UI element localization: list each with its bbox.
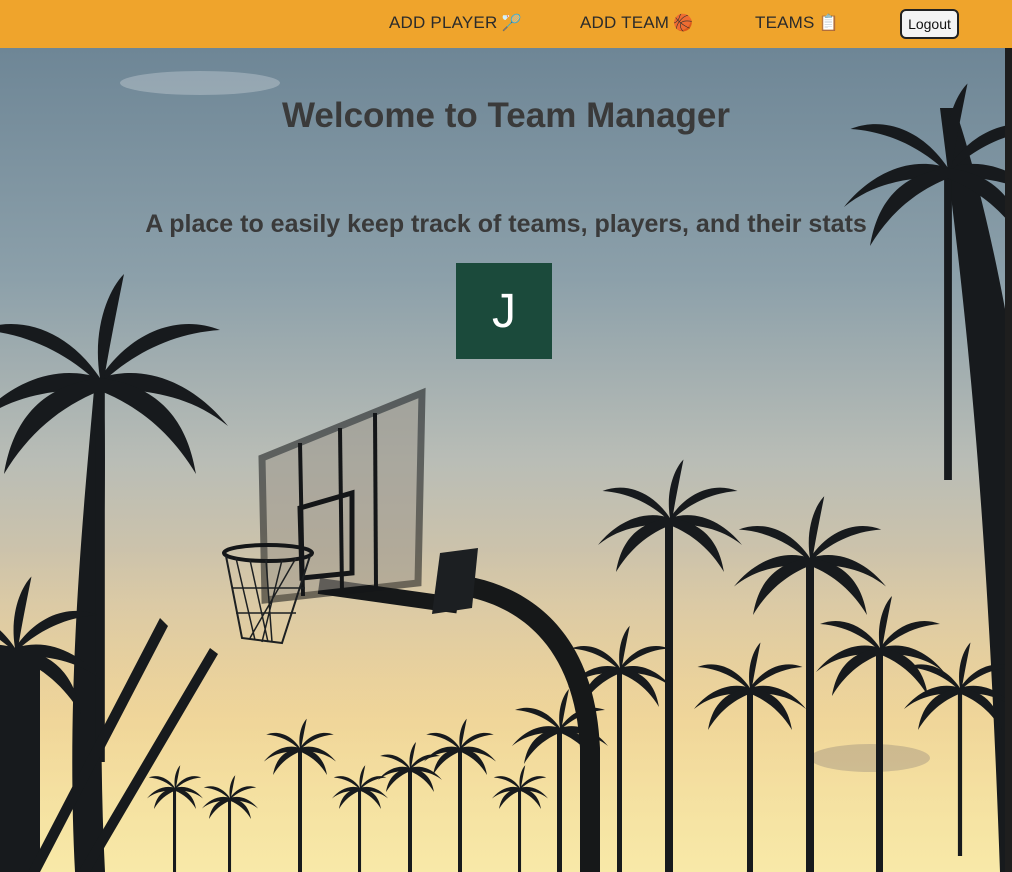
page-title: Welcome to Team Manager [282, 96, 730, 135]
page-subtitle: A place to easily keep track of teams, p… [145, 210, 867, 238]
basketball-icon: 🏀 [673, 15, 694, 32]
nav-add-player-link[interactable]: ADD PLAYER 🏸 [389, 13, 522, 33]
nav-add-team-label: ADD TEAM [580, 13, 670, 32]
background-image [0, 48, 1012, 872]
user-avatar[interactable]: J [456, 263, 552, 359]
nav-teams-label: TEAMS [755, 13, 815, 32]
clipboard-icon: 📋 [818, 15, 839, 32]
logout-button[interactable]: Logout [900, 9, 959, 39]
nav-add-team-link[interactable]: ADD TEAM 🏀 [580, 13, 693, 33]
nav-teams-link[interactable]: TEAMS 📋 [755, 13, 839, 33]
nav-add-player-label: ADD PLAYER [389, 13, 498, 32]
top-navbar: ADD PLAYER 🏸 ADD TEAM 🏀 TEAMS 📋 Logout [0, 0, 1012, 48]
app-root: ADD PLAYER 🏸 ADD TEAM 🏀 TEAMS 📋 Logout W… [0, 0, 1012, 872]
right-edge-shadow [1005, 48, 1012, 872]
badminton-icon: 🏸 [501, 15, 522, 32]
